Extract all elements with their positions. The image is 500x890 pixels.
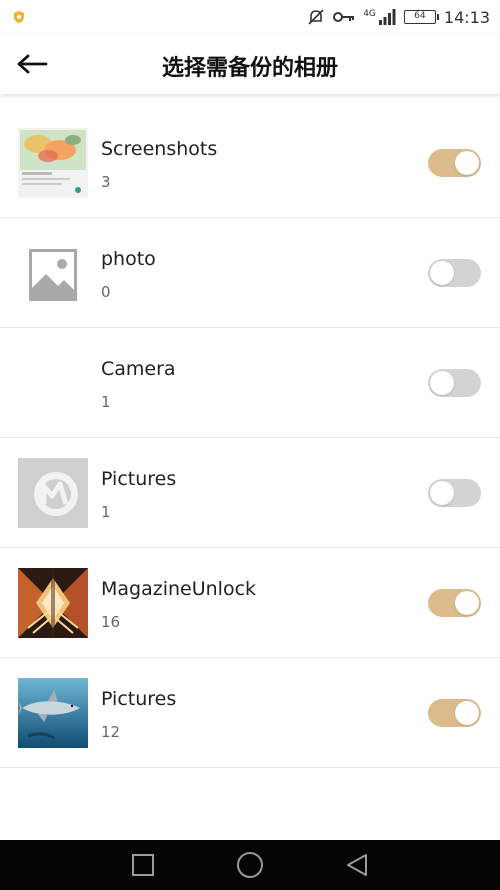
album-row-photo: photo 0 [0,218,500,328]
app-header: 选择需备份的相册 [0,34,500,94]
status-bar: 4G 64 14:13 [0,0,500,34]
toggle-knob [430,481,454,505]
toggle-knob [455,151,479,175]
album-row-screenshots: Screenshots 3 [0,108,500,218]
backup-toggle[interactable] [428,369,481,397]
mute-icon [308,9,324,25]
image-placeholder-icon [18,238,88,308]
app-logo-thumbnail [18,458,88,528]
battery-icon: 64 [403,10,439,24]
album-name: Pictures [101,468,177,490]
album-row-pictures: Pictures 1 [0,438,500,548]
home-button[interactable] [235,850,265,880]
signal-bars-icon [378,9,396,25]
album-name: Screenshots [101,138,218,160]
screenshot-thumbnail [18,128,88,198]
empty-thumbnail [18,348,88,418]
shield-notification-icon [14,11,24,23]
system-nav-bar [0,840,500,890]
toggle-knob [430,371,454,395]
magazine-thumbnail [18,568,88,638]
album-name: photo [101,248,156,270]
album-count: 1 [101,393,111,411]
recents-button[interactable] [128,850,158,880]
backup-toggle[interactable] [428,479,481,507]
page-title: 选择需备份的相册 [161,56,338,81]
album-count: 3 [101,173,111,191]
toggle-knob [455,591,479,615]
backup-toggle[interactable] [428,149,481,177]
toggle-knob [455,701,479,725]
circle-icon [236,852,263,878]
shark-thumbnail [18,678,88,748]
toggle-knob [430,261,454,285]
battery-level: 64 [414,11,426,21]
signal-indicator: 4G [363,9,396,25]
album-count: 0 [101,283,111,301]
clock: 14:13 [443,7,490,27]
album-count: 12 [101,723,121,741]
key-icon [333,12,355,22]
album-name: MagazineUnlock [101,578,257,600]
album-row-pictures-2: Pictures 12 [0,658,500,768]
backup-toggle[interactable] [428,259,481,287]
status-icons: 4G 64 14:13 [307,5,490,29]
album-count: 1 [101,503,111,521]
back-nav-button[interactable] [342,850,372,880]
triangle-back-icon [346,854,367,876]
backup-toggle[interactable] [428,699,481,727]
album-name: Pictures [101,688,177,710]
album-row-camera: Camera 1 [0,328,500,438]
album-name: Camera [101,358,176,380]
network-type: 4G [363,9,376,19]
square-icon [132,854,155,876]
album-count: 16 [101,613,121,631]
album-row-magazineunlock: MagazineUnlock 16 [0,548,500,658]
backup-toggle[interactable] [428,589,481,617]
album-list: Screenshots 3 photo 0 Camera 1 Pictures … [0,108,500,768]
